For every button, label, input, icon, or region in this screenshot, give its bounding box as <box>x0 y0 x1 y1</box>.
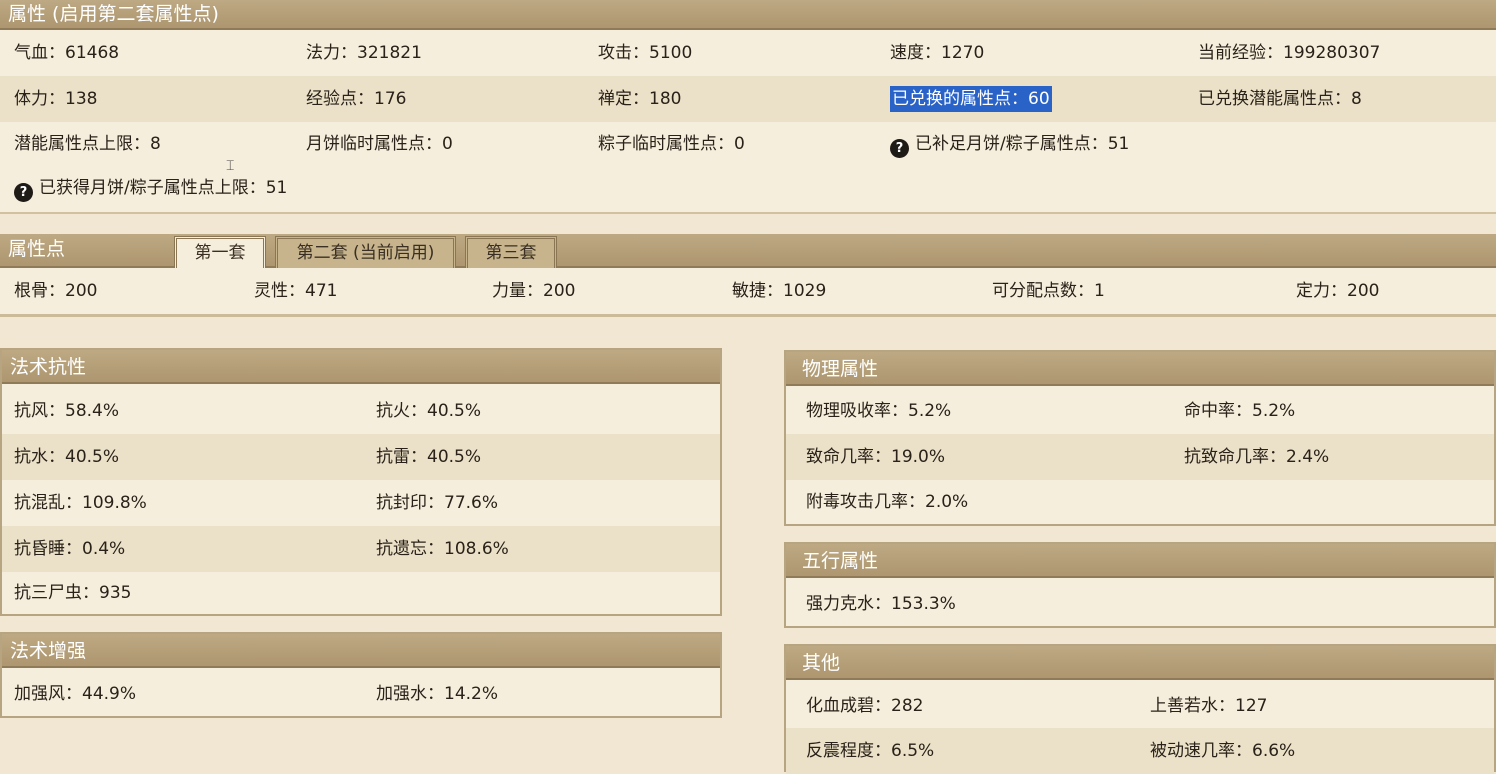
attr-row-4: ? 已获得月饼/粽子属性点上限：51 <box>0 166 1496 214</box>
phys-absorb: 物理吸收率：5.2% <box>806 401 952 421</box>
tab-set-3[interactable]: 第三套 <box>465 236 557 268</box>
point-strength: 力量：200 <box>492 281 576 301</box>
attr-row-2: 体力：138 经验点：176 禅定：180 已兑换的属性点：60 已兑换潜能属性… <box>0 76 1496 122</box>
res-fire: 抗火：40.5% <box>376 401 482 421</box>
element-water-counter: 强力克水：153.3% <box>806 594 956 614</box>
attributes-header: 属性 (启用第二套属性点) <box>0 0 1496 30</box>
attr-mp: 法力：321821 <box>306 43 422 63</box>
res-sleep: 抗昏睡：0.4% <box>14 539 126 559</box>
other-passive-speed: 被动速几率：6.6% <box>1150 741 1296 761</box>
attr-obtained-limit-label: 已获得月饼/粽子属性点上限：51 <box>39 178 288 198</box>
res-chaos: 抗混乱：109.8% <box>14 493 147 513</box>
other-header: 其他 <box>786 646 1494 680</box>
magic-resistance-panel: 法术抗性 抗风：58.4% 抗火：40.5% 抗水：40.5% 抗雷：40.5%… <box>0 348 722 616</box>
selected-text[interactable]: 已兑换的属性点：60 <box>890 86 1052 112</box>
point-agility: 敏捷：1029 <box>732 281 827 301</box>
list-item: 抗风：58.4% 抗火：40.5% <box>2 388 720 434</box>
attr-hp: 气血：61468 <box>14 43 120 63</box>
boost-wind: 加强风：44.9% <box>14 684 137 704</box>
tab-set-1[interactable]: 第一套 <box>174 236 266 270</box>
help-icon[interactable]: ? <box>14 183 33 202</box>
attr-row-1: 气血：61468 法力：321821 攻击：5100 速度：1270 当前经验：… <box>0 30 1496 76</box>
point-spirit: 灵性：471 <box>254 281 338 301</box>
attr-current-exp: 当前经验：199280307 <box>1198 43 1381 63</box>
magic-resistance-title: 法术抗性 <box>10 356 87 378</box>
list-item: 加强风：44.9% 加强水：14.2% <box>2 672 720 716</box>
point-focus: 定力：200 <box>1296 281 1380 301</box>
attr-filled-points: ? 已补足月饼/粽子属性点：51 <box>890 122 1129 166</box>
attr-zongzi-temp: 粽子临时属性点：0 <box>598 134 745 154</box>
phys-poison: 附毒攻击几率：2.0% <box>806 492 969 512</box>
phys-hit: 命中率：5.2% <box>1184 401 1296 421</box>
list-item: 附毒攻击几率：2.0% <box>786 480 1494 524</box>
attr-zen: 禅定：180 <box>598 89 682 109</box>
other-title: 其他 <box>802 652 841 674</box>
attr-filled-points-label: 已补足月饼/粽子属性点：51 <box>915 134 1130 154</box>
res-wind: 抗风：58.4% <box>14 401 120 421</box>
list-item: 抗水：40.5% 抗雷：40.5% <box>2 434 720 480</box>
list-item: 反震程度：6.5% 被动速几率：6.6% <box>786 728 1494 774</box>
res-corpse-worm: 抗三尸虫：935 <box>14 583 132 603</box>
elements-title: 五行属性 <box>802 550 879 572</box>
help-icon[interactable]: ? <box>890 139 909 158</box>
attr-stamina: 体力：138 <box>14 89 98 109</box>
tab-set-2[interactable]: 第二套 (当前启用) <box>275 236 456 268</box>
attr-exchanged-potential: 已兑换潜能属性点：8 <box>1198 89 1362 109</box>
magic-resistance-header: 法术抗性 <box>2 350 720 384</box>
physical-panel: 物理属性 物理吸收率：5.2% 命中率：5.2% 致命几率：19.0% 抗致命几… <box>784 350 1496 526</box>
list-item: 抗混乱：109.8% 抗封印：77.6% <box>2 480 720 526</box>
list-item: 抗昏睡：0.4% 抗遗忘：108.6% <box>2 526 720 572</box>
res-water: 抗水：40.5% <box>14 447 120 467</box>
attr-exchanged-points: 已兑换的属性点：60 <box>890 76 1052 122</box>
magic-boost-header: 法术增强 <box>2 634 720 668</box>
attr-obtained-limit: ? 已获得月饼/粽子属性点上限：51 <box>14 166 287 210</box>
attr-attack: 攻击：5100 <box>598 43 693 63</box>
attr-mooncake-temp: 月饼临时属性点：0 <box>306 134 453 154</box>
point-root: 根骨：200 <box>14 281 98 301</box>
attr-potential-limit: 潜能属性点上限：8 <box>14 134 161 154</box>
attr-row-3: 潜能属性点上限：8 月饼临时属性点：0 粽子临时属性点：0 ? 已补足月饼/粽子属… <box>0 122 1496 166</box>
mouse-cursor-icon: ⌶ <box>226 158 235 174</box>
attr-speed: 速度：1270 <box>890 43 985 63</box>
magic-boost-title: 法术增强 <box>10 640 87 662</box>
elements-panel: 五行属性 强力克水：153.3% <box>784 542 1496 628</box>
list-item: 抗三尸虫：935 <box>2 572 720 614</box>
physical-title: 物理属性 <box>802 358 879 380</box>
phys-crit: 致命几率：19.0% <box>806 447 946 467</box>
physical-header: 物理属性 <box>786 352 1494 386</box>
other-reflect: 反震程度：6.5% <box>806 741 935 761</box>
list-item: 物理吸收率：5.2% 命中率：5.2% <box>786 388 1494 434</box>
magic-boost-panel: 法术增强 加强风：44.9% 加强水：14.2% <box>0 632 722 718</box>
point-assignable: 可分配点数：1 <box>992 281 1105 301</box>
list-item: 化血成碧：282 上善若水：127 <box>786 684 1494 728</box>
res-seal: 抗封印：77.6% <box>376 493 499 513</box>
boost-water: 加强水：14.2% <box>376 684 499 704</box>
other-panel: 其他 化血成碧：282 上善若水：127 反震程度：6.5% 被动速几率：6.6… <box>784 644 1496 774</box>
other-blood-jade: 化血成碧：282 <box>806 696 924 716</box>
list-item: 强力克水：153.3% <box>786 582 1494 626</box>
res-forget: 抗遗忘：108.6% <box>376 539 509 559</box>
res-thunder: 抗雷：40.5% <box>376 447 482 467</box>
attr-exp-points: 经验点：176 <box>306 89 407 109</box>
attributes-title: 属性 (启用第二套属性点) <box>8 3 219 25</box>
elements-header: 五行属性 <box>786 544 1494 578</box>
points-title: 属性点 <box>8 238 66 260</box>
list-item: 致命几率：19.0% 抗致命几率：2.4% <box>786 434 1494 480</box>
phys-anti-crit: 抗致命几率：2.4% <box>1184 447 1330 467</box>
other-water-virtue: 上善若水：127 <box>1150 696 1268 716</box>
points-row: 根骨：200 灵性：471 力量：200 敏捷：1029 可分配点数：1 定力：… <box>0 268 1496 317</box>
